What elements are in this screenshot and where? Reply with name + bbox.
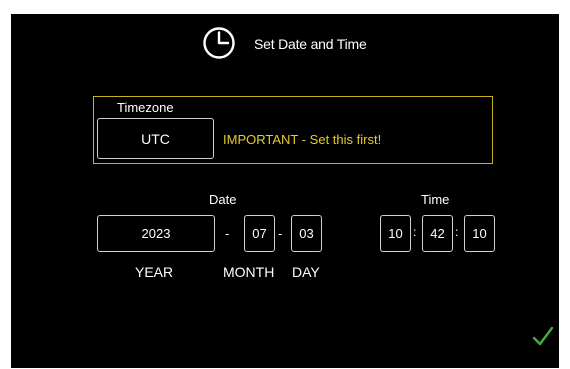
check-icon[interactable] xyxy=(531,324,555,348)
date-label: Date xyxy=(209,192,237,207)
day-label: DAY xyxy=(292,264,320,280)
time-separator: : xyxy=(413,225,417,239)
year-label: YEAR xyxy=(135,264,174,280)
hour-field[interactable]: 10 xyxy=(380,215,411,252)
date-separator: - xyxy=(225,226,230,241)
date-time-screen: Set Date and Time Timezone UTC IMPORTANT… xyxy=(11,14,559,368)
date-separator: - xyxy=(278,226,283,241)
day-field[interactable]: 03 xyxy=(291,215,322,252)
month-field[interactable]: 07 xyxy=(244,215,275,252)
timezone-label: Timezone xyxy=(117,100,174,115)
minute-field[interactable]: 42 xyxy=(422,215,453,252)
header: Set Date and Time xyxy=(11,14,559,72)
second-field[interactable]: 10 xyxy=(464,215,495,252)
time-label: Time xyxy=(421,192,450,207)
clock-icon xyxy=(203,27,235,59)
month-label: MONTH xyxy=(223,264,275,280)
time-separator: : xyxy=(455,225,459,239)
page-title: Set Date and Time xyxy=(254,36,367,52)
timezone-select[interactable]: UTC xyxy=(97,118,214,159)
timezone-warning: IMPORTANT - Set this first! xyxy=(223,132,382,147)
year-field[interactable]: 2023 xyxy=(97,215,215,252)
